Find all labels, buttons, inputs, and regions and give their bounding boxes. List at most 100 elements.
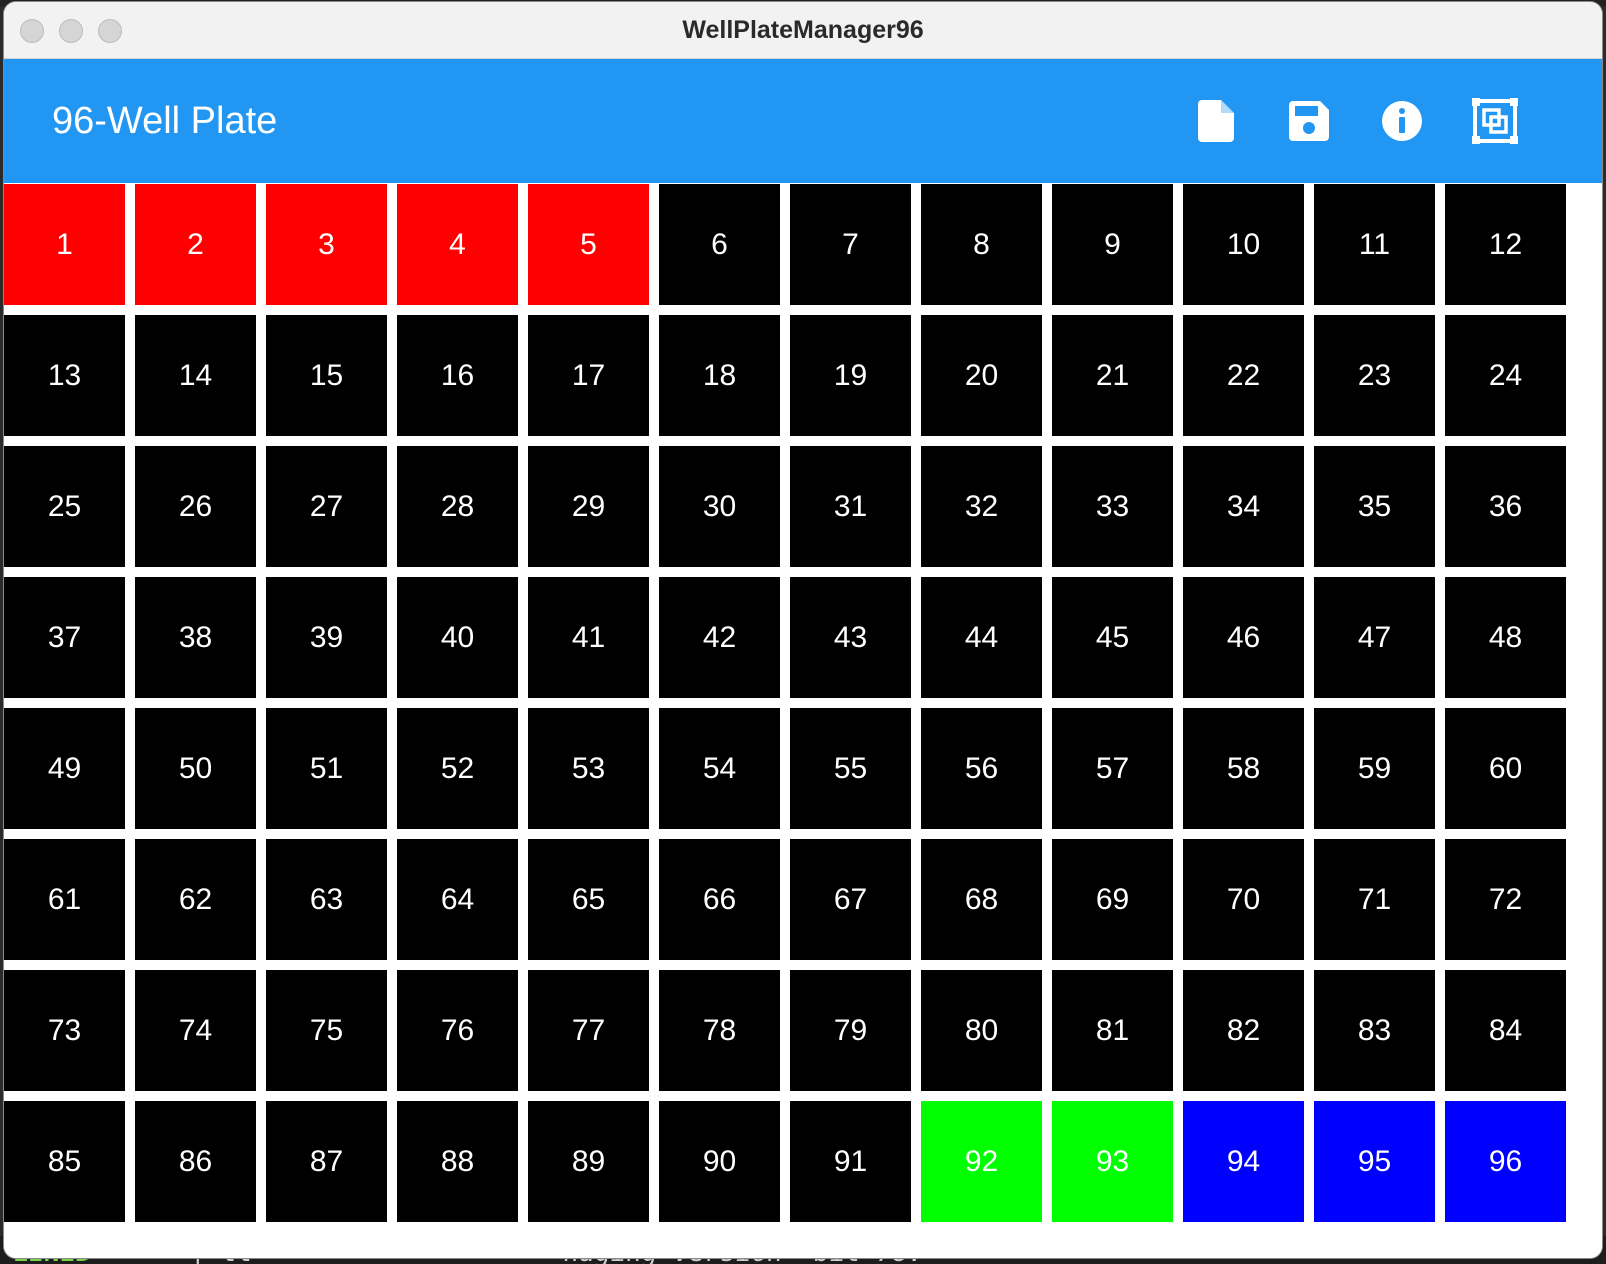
well-85[interactable]: 85	[4, 1101, 125, 1222]
well-86[interactable]: 86	[135, 1101, 256, 1222]
save-button[interactable]	[1280, 92, 1338, 150]
well-2[interactable]: 2	[135, 184, 256, 305]
well-52[interactable]: 52	[397, 708, 518, 829]
well-51[interactable]: 51	[266, 708, 387, 829]
well-92[interactable]: 92	[921, 1101, 1042, 1222]
well-80[interactable]: 80	[921, 970, 1042, 1091]
well-16[interactable]: 16	[397, 315, 518, 436]
well-91[interactable]: 91	[790, 1101, 911, 1222]
well-37[interactable]: 37	[4, 577, 125, 698]
well-89[interactable]: 89	[528, 1101, 649, 1222]
well-59[interactable]: 59	[1314, 708, 1435, 829]
new-file-button[interactable]	[1187, 92, 1245, 150]
well-12[interactable]: 12	[1445, 184, 1566, 305]
well-75[interactable]: 75	[266, 970, 387, 1091]
well-8[interactable]: 8	[921, 184, 1042, 305]
well-57[interactable]: 57	[1052, 708, 1173, 829]
well-58[interactable]: 58	[1183, 708, 1304, 829]
well-95[interactable]: 95	[1314, 1101, 1435, 1222]
well-43[interactable]: 43	[790, 577, 911, 698]
well-17[interactable]: 17	[528, 315, 649, 436]
well-76[interactable]: 76	[397, 970, 518, 1091]
well-15[interactable]: 15	[266, 315, 387, 436]
well-82[interactable]: 82	[1183, 970, 1304, 1091]
well-60[interactable]: 60	[1445, 708, 1566, 829]
well-9[interactable]: 9	[1052, 184, 1173, 305]
well-44[interactable]: 44	[921, 577, 1042, 698]
well-23[interactable]: 23	[1314, 315, 1435, 436]
well-54[interactable]: 54	[659, 708, 780, 829]
well-6[interactable]: 6	[659, 184, 780, 305]
well-87[interactable]: 87	[266, 1101, 387, 1222]
well-93[interactable]: 93	[1052, 1101, 1173, 1222]
well-71[interactable]: 71	[1314, 839, 1435, 960]
well-66[interactable]: 66	[659, 839, 780, 960]
well-13[interactable]: 13	[4, 315, 125, 436]
well-35[interactable]: 35	[1314, 446, 1435, 567]
well-45[interactable]: 45	[1052, 577, 1173, 698]
well-67[interactable]: 67	[790, 839, 911, 960]
well-49[interactable]: 49	[4, 708, 125, 829]
well-62[interactable]: 62	[135, 839, 256, 960]
well-70[interactable]: 70	[1183, 839, 1304, 960]
well-29[interactable]: 29	[528, 446, 649, 567]
well-83[interactable]: 83	[1314, 970, 1435, 1091]
well-79[interactable]: 79	[790, 970, 911, 1091]
well-40[interactable]: 40	[397, 577, 518, 698]
well-42[interactable]: 42	[659, 577, 780, 698]
well-3[interactable]: 3	[266, 184, 387, 305]
well-20[interactable]: 20	[921, 315, 1042, 436]
well-24[interactable]: 24	[1445, 315, 1566, 436]
well-30[interactable]: 30	[659, 446, 780, 567]
well-41[interactable]: 41	[528, 577, 649, 698]
well-77[interactable]: 77	[528, 970, 649, 1091]
well-81[interactable]: 81	[1052, 970, 1173, 1091]
well-32[interactable]: 32	[921, 446, 1042, 567]
well-28[interactable]: 28	[397, 446, 518, 567]
well-61[interactable]: 61	[4, 839, 125, 960]
well-33[interactable]: 33	[1052, 446, 1173, 567]
well-46[interactable]: 46	[1183, 577, 1304, 698]
well-64[interactable]: 64	[397, 839, 518, 960]
title-bar[interactable]: WellPlateManager96	[4, 2, 1602, 59]
well-56[interactable]: 56	[921, 708, 1042, 829]
well-38[interactable]: 38	[135, 577, 256, 698]
well-22[interactable]: 22	[1183, 315, 1304, 436]
well-11[interactable]: 11	[1314, 184, 1435, 305]
well-4[interactable]: 4	[397, 184, 518, 305]
select-region-button[interactable]	[1466, 92, 1524, 150]
well-25[interactable]: 25	[4, 446, 125, 567]
well-14[interactable]: 14	[135, 315, 256, 436]
well-18[interactable]: 18	[659, 315, 780, 436]
well-78[interactable]: 78	[659, 970, 780, 1091]
well-7[interactable]: 7	[790, 184, 911, 305]
well-96[interactable]: 96	[1445, 1101, 1566, 1222]
well-68[interactable]: 68	[921, 839, 1042, 960]
well-48[interactable]: 48	[1445, 577, 1566, 698]
well-69[interactable]: 69	[1052, 839, 1173, 960]
well-88[interactable]: 88	[397, 1101, 518, 1222]
well-31[interactable]: 31	[790, 446, 911, 567]
well-10[interactable]: 10	[1183, 184, 1304, 305]
well-50[interactable]: 50	[135, 708, 256, 829]
well-19[interactable]: 19	[790, 315, 911, 436]
well-74[interactable]: 74	[135, 970, 256, 1091]
info-button[interactable]	[1373, 92, 1431, 150]
well-34[interactable]: 34	[1183, 446, 1304, 567]
well-53[interactable]: 53	[528, 708, 649, 829]
well-73[interactable]: 73	[4, 970, 125, 1091]
well-63[interactable]: 63	[266, 839, 387, 960]
well-94[interactable]: 94	[1183, 1101, 1304, 1222]
well-47[interactable]: 47	[1314, 577, 1435, 698]
well-36[interactable]: 36	[1445, 446, 1566, 567]
well-21[interactable]: 21	[1052, 315, 1173, 436]
well-72[interactable]: 72	[1445, 839, 1566, 960]
well-84[interactable]: 84	[1445, 970, 1566, 1091]
well-65[interactable]: 65	[528, 839, 649, 960]
well-5[interactable]: 5	[528, 184, 649, 305]
well-26[interactable]: 26	[135, 446, 256, 567]
well-1[interactable]: 1	[4, 184, 125, 305]
well-39[interactable]: 39	[266, 577, 387, 698]
well-27[interactable]: 27	[266, 446, 387, 567]
well-55[interactable]: 55	[790, 708, 911, 829]
